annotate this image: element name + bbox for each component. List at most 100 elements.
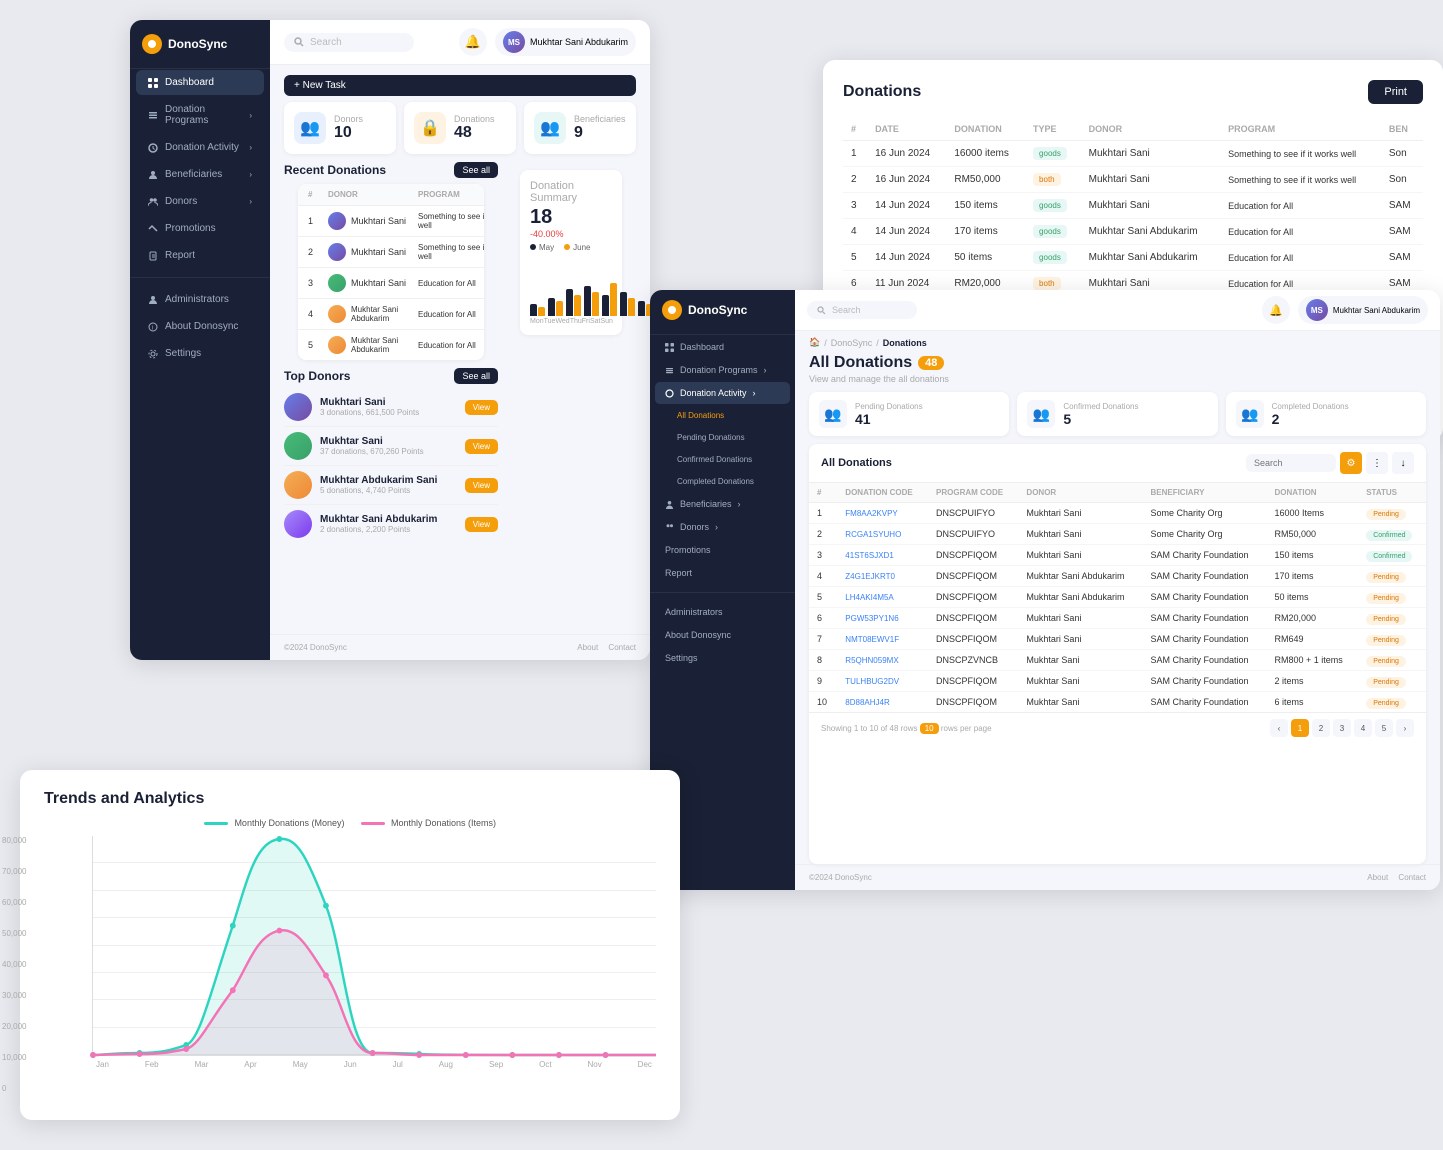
donors-value: 10: [334, 124, 363, 142]
ad-sidebar-all-donations[interactable]: All Donations: [655, 405, 790, 426]
view-donor-button[interactable]: View: [465, 439, 498, 454]
list-item: Mukhtar Sani 37 donations, 670,260 Point…: [284, 427, 498, 466]
label: Donation Activity: [680, 388, 747, 398]
sidebar-label: Administrators: [165, 294, 229, 305]
beneficiaries-stat-content: Beneficiaries 9: [574, 114, 626, 142]
info-icon: i: [148, 322, 158, 332]
view-donor-button[interactable]: View: [465, 517, 498, 532]
pink-dot: [323, 972, 329, 978]
list-item: Mukhtari Sani 3 donations, 661,500 Point…: [284, 388, 498, 427]
adt-search-input[interactable]: [1246, 454, 1336, 472]
donor-name: Mukhtar Sani Abdukarim: [320, 514, 457, 525]
confirmed-value: 5: [1063, 411, 1138, 427]
page-3[interactable]: 3: [1333, 719, 1351, 737]
print-button[interactable]: Print: [1368, 80, 1423, 104]
ad-search-box[interactable]: Search: [807, 301, 917, 319]
page-1[interactable]: 1: [1291, 719, 1309, 737]
report-icon: [148, 251, 158, 261]
sidebar-item-report[interactable]: Report: [136, 243, 264, 268]
sort-icon-btn[interactable]: ⋮: [1366, 452, 1388, 474]
ad-sidebar-beneficiaries[interactable]: Beneficiaries ›: [655, 493, 790, 515]
teal-dot: [323, 903, 329, 909]
see-all-donors-button[interactable]: See all: [454, 368, 498, 384]
see-all-donations-button[interactable]: See all: [454, 162, 498, 178]
donor-sub: 2 donations, 2,200 Points: [320, 525, 457, 534]
next-page[interactable]: ›: [1396, 719, 1414, 737]
count-badge: 48: [918, 356, 944, 370]
footer-contact[interactable]: Contact: [608, 643, 636, 652]
ad-footer-copy: ©2024 DonoSync: [809, 873, 872, 882]
completed-label: Completed Donations: [1272, 402, 1349, 411]
ad-sidebar-completed[interactable]: Completed Donations: [655, 471, 790, 492]
completed-icon: 👥: [1236, 400, 1264, 428]
ad-sidebar-programs[interactable]: Donation Programs ›: [655, 359, 790, 381]
ad-sidebar-donors[interactable]: Donors ›: [655, 516, 790, 538]
page-buttons: ‹ 1 2 3 4 5 ›: [1270, 719, 1414, 737]
arrow-icon: ›: [249, 170, 252, 179]
ad-sidebar-settings[interactable]: Settings: [655, 647, 790, 669]
sidebar-item-settings[interactable]: Settings: [136, 341, 264, 366]
sidebar-item-about[interactable]: i About Donosync: [136, 314, 264, 339]
sidebar-item-dashboard[interactable]: Dashboard: [136, 70, 264, 95]
activity-icon: [148, 143, 158, 153]
ad-footer-contact[interactable]: Contact: [1398, 873, 1426, 882]
page-5[interactable]: 5: [1375, 719, 1393, 737]
donations-stat: 🔒 Donations 48: [404, 102, 516, 154]
ad-sidebar-dashboard[interactable]: Dashboard: [655, 336, 790, 358]
username: Mukhtar Sani Abdukarim: [530, 37, 628, 47]
col-prog: PROGRAM CODE: [928, 483, 1018, 503]
trends-title: Trends and Analytics: [44, 790, 656, 808]
notification-icon[interactable]: 🔔: [459, 28, 487, 56]
arrow-icon: ›: [715, 522, 718, 532]
list-item: Mukhtar Sani Abdukarim 2 donations, 2,20…: [284, 505, 498, 543]
ad-logo-text: DonoSync: [688, 303, 747, 317]
page-title: All Donations: [809, 354, 912, 372]
view-donor-button[interactable]: View: [465, 478, 498, 493]
sidebar-label: Donation Programs: [165, 104, 242, 126]
recent-donations-title: Recent Donations: [284, 163, 386, 177]
arrow-icon: ›: [738, 499, 741, 509]
ad-sidebar-pending[interactable]: Pending Donations: [655, 427, 790, 448]
label: Administrators: [665, 607, 723, 617]
donor-avatar: [328, 336, 346, 354]
sidebar-item-promotions[interactable]: Promotions: [136, 216, 264, 241]
label: Dashboard: [680, 342, 724, 352]
table-row: 5 14 Jun 2024 50 items goods Mukhtar San…: [843, 245, 1423, 271]
sidebar-item-beneficiaries[interactable]: Beneficiaries ›: [136, 162, 264, 187]
page-2[interactable]: 2: [1312, 719, 1330, 737]
ad-sidebar-administrators[interactable]: Administrators: [655, 601, 790, 623]
sidebar-item-donation-programs[interactable]: Donation Programs ›: [136, 97, 264, 133]
table-row: 4 Mukhtar Sani Abdukarim Education for A…: [298, 299, 484, 330]
confirmed-label: Confirmed Donations: [1063, 402, 1138, 411]
rows-per-page[interactable]: 10: [920, 723, 939, 734]
beneficiaries-stat-icon: 👥: [534, 112, 566, 144]
svg-text:i: i: [152, 325, 153, 331]
ad-footer-about[interactable]: About: [1367, 873, 1388, 882]
logo-icon: [142, 34, 162, 54]
arrow-icon: ›: [249, 143, 252, 152]
chart-wrapper: 80,000 70,000 60,000 50,000 40,000 30,00…: [44, 836, 656, 1093]
ad-sidebar-activity[interactable]: Donation Activity ›: [655, 382, 790, 404]
col-num: #: [843, 118, 867, 141]
col-ben: BEN: [1381, 118, 1423, 141]
sidebar-item-administrators[interactable]: Administrators: [136, 287, 264, 312]
ad-sidebar-report[interactable]: Report: [655, 562, 790, 584]
footer-about[interactable]: About: [577, 643, 598, 652]
donor-name: Mukhtari Sani: [320, 397, 457, 408]
ad-sidebar-confirmed[interactable]: Confirmed Donations: [655, 449, 790, 470]
filter-icon-btn[interactable]: ⚙: [1340, 452, 1362, 474]
sidebar-item-donation-activity[interactable]: Donation Activity ›: [136, 135, 264, 160]
new-task-button[interactable]: + New Task: [284, 75, 636, 96]
ad-sidebar-promotions[interactable]: Promotions: [655, 539, 790, 561]
ad-sidebar-about[interactable]: About Donosync: [655, 624, 790, 646]
export-icon-btn[interactable]: ↓: [1392, 452, 1414, 474]
view-donor-button[interactable]: View: [465, 400, 498, 415]
search-box[interactable]: Search: [284, 33, 414, 52]
sidebar-item-donors[interactable]: Donors ›: [136, 189, 264, 214]
beneficiaries-stat: 👥 Beneficiaries 9: [524, 102, 636, 154]
arrow-icon: ›: [764, 365, 767, 375]
ad-notification-icon[interactable]: 🔔: [1262, 296, 1290, 324]
table-row: 8 R5QHN059MX DNSCPZVNCB Mukhtar Sani SAM…: [809, 650, 1426, 671]
prev-page[interactable]: ‹: [1270, 719, 1288, 737]
page-4[interactable]: 4: [1354, 719, 1372, 737]
